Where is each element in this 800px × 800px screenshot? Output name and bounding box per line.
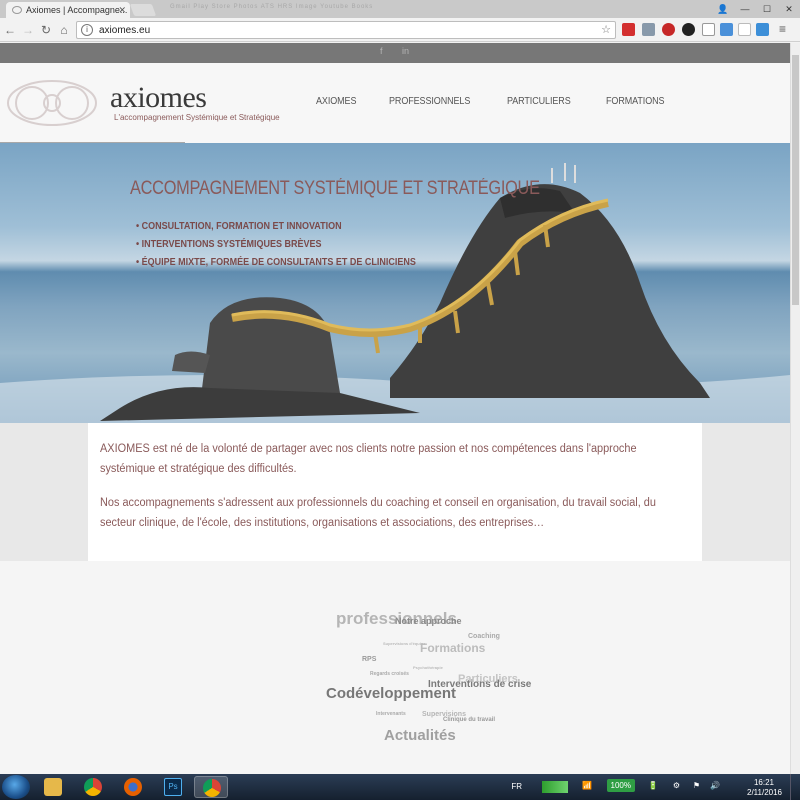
app-tray-icon[interactable]: ⚙ (673, 781, 680, 790)
network-icon[interactable]: 📶 (582, 781, 592, 790)
clock-time[interactable]: 16:21 (754, 778, 774, 787)
taskbar-explorer[interactable] (36, 776, 70, 798)
hero-point: ÉQUIPE MIXTE, FORMÉE DE CONSULTANTS ET D… (136, 257, 416, 268)
tag-cloud-word[interactable]: RPS (362, 656, 376, 663)
nav-particuliers[interactable]: PARTICULIERS (507, 96, 571, 107)
firefox-icon (124, 778, 142, 796)
extension-skype-icon[interactable] (738, 23, 751, 36)
minimize-icon[interactable]: — (734, 0, 756, 18)
extension-puzzle-icon[interactable] (642, 23, 655, 36)
window-controls: 👤 — ☐ ✕ (712, 0, 800, 18)
tag-cloud-word[interactable]: Coaching (468, 633, 500, 640)
nav-professionnels[interactable]: PROFESSIONNELS (389, 96, 470, 107)
start-button[interactable] (2, 775, 30, 799)
volume-icon[interactable]: 🔊 (710, 781, 720, 790)
tag-cloud-word[interactable]: Actualités (384, 727, 456, 744)
chrome-icon (203, 779, 221, 797)
social-bar: f in (0, 43, 790, 63)
intro-paragraph-2: Nos accompagnements s'adressent aux prof… (100, 497, 656, 529)
linkedin-icon[interactable]: in (402, 46, 409, 56)
browser-tabstrip: Axiomes | Accompagne... ✕ Gmail Play Sto… (0, 0, 800, 18)
site-header: axiomes L'accompagnement Systémique et S… (0, 63, 790, 144)
tag-cloud-word[interactable]: Regards croisés (370, 671, 409, 677)
maximize-icon[interactable]: ☐ (756, 0, 778, 18)
hero-point: INTERVENTIONS SYSTÉMIQUES BRÈVES (136, 239, 416, 250)
tag-cloud-word[interactable]: Formations (420, 641, 485, 655)
tag-cloud-word[interactable]: Notre approche (395, 616, 462, 626)
bookmark-star-icon[interactable]: ☆ (601, 23, 611, 36)
intro-section: AXIOMES est né de la volonté de partager… (88, 423, 702, 561)
page-scrollbar[interactable] (790, 43, 800, 774)
main-nav: AXIOMES PROFESSIONNELS PARTICULIERS FORM… (316, 96, 671, 107)
content-side-right (702, 423, 790, 561)
extension-page-icon[interactable] (702, 23, 715, 36)
tag-cloud-word[interactable]: Psychothérapie (413, 665, 443, 670)
info-icon[interactable]: i (81, 24, 93, 36)
eye-favicon-icon (12, 6, 22, 14)
taskbar-chrome[interactable] (76, 776, 110, 798)
tab-title: Axiomes | Accompagne... (26, 5, 128, 15)
browser-toolbar: ← → ↻ ⌂ i axiomes.eu ☆ ≡ (0, 18, 800, 42)
hero-point: CONSULTATION, FORMATION ET INNOVATION (136, 221, 416, 232)
close-tab-icon[interactable]: ✕ (118, 5, 126, 16)
tag-cloud-word[interactable]: Clinique du travail (443, 717, 495, 723)
tag-cloud-word[interactable]: Intervenants (376, 711, 406, 717)
taskbar-chrome-active[interactable] (194, 776, 228, 798)
facebook-icon[interactable]: f (380, 46, 383, 56)
site-logo-name[interactable]: axiomes (110, 81, 207, 115)
photoshop-icon: Ps (164, 778, 182, 796)
folder-icon (44, 778, 62, 796)
content-side-left (0, 423, 88, 561)
extension-sync-icon[interactable] (720, 23, 733, 36)
home-icon[interactable]: ⌂ (56, 22, 72, 38)
reload-icon[interactable]: ↻ (38, 22, 54, 38)
nav-formations[interactable]: FORMATIONS (606, 96, 665, 107)
nav-axiomes[interactable]: AXIOMES (316, 96, 356, 107)
battery-indicator[interactable]: 100% (606, 779, 635, 792)
signal-bars-icon[interactable] (542, 781, 568, 793)
extension-adblock-icon[interactable] (662, 23, 675, 36)
address-bar[interactable]: i axiomes.eu ☆ (76, 21, 616, 39)
close-window-icon[interactable]: ✕ (778, 0, 800, 18)
tag-cloud-word[interactable]: Codéveloppement (326, 685, 456, 702)
back-arrow-icon[interactable]: ← (2, 22, 18, 38)
taskbar-firefox[interactable] (116, 776, 150, 798)
intro-paragraph-1: AXIOMES est né de la volonté de partager… (100, 443, 637, 475)
windows-taskbar: Ps FR 📶 100% 🔋 ⚙ ⚑ 🔊 16:21 2/11/2016 (0, 774, 800, 800)
axiomes-logo-icon[interactable] (4, 78, 100, 128)
scrollbar-thumb[interactable] (792, 55, 799, 305)
dropbox-icon[interactable] (756, 23, 769, 36)
forward-arrow-icon[interactable]: → (20, 22, 36, 38)
power-icon[interactable]: 🔋 (648, 781, 658, 790)
show-desktop-button[interactable] (790, 774, 800, 800)
language-indicator[interactable]: FR (511, 782, 522, 791)
menu-icon[interactable]: ≡ (776, 23, 789, 36)
chrome-icon (84, 778, 102, 796)
bookmark-bar-faded: Gmail Play Store Photos ATS HRS Image Yo… (170, 4, 374, 10)
tag-cloud-section: professionnels Notre approche Coaching Supe… (0, 561, 790, 774)
clock-date[interactable]: 2/11/2016 (747, 788, 782, 797)
taskbar-photoshop[interactable]: Ps (156, 776, 190, 798)
site-tagline: L'accompagnement Systémique et Stratégiq… (114, 113, 280, 122)
hero-title: ACCOMPAGNEMENT SYSTÉMIQUE ET STRATÉGIQUE (130, 178, 540, 199)
browser-tab-axiomes[interactable]: Axiomes | Accompagne... ✕ (6, 2, 130, 18)
user-icon[interactable]: 👤 (712, 0, 734, 18)
hero-banner: ACCOMPAGNEMENT SYSTÉMIQUE ET STRATÉGIQUE… (0, 143, 790, 423)
new-tab-button[interactable] (129, 4, 157, 16)
extension-mail-icon[interactable] (622, 23, 635, 36)
flag-icon[interactable]: ⚑ (693, 781, 700, 790)
address-url: axiomes.eu (99, 25, 151, 36)
hero-points: CONSULTATION, FORMATION ET INNOVATION IN… (136, 221, 447, 275)
extension-circle-icon[interactable] (682, 23, 695, 36)
